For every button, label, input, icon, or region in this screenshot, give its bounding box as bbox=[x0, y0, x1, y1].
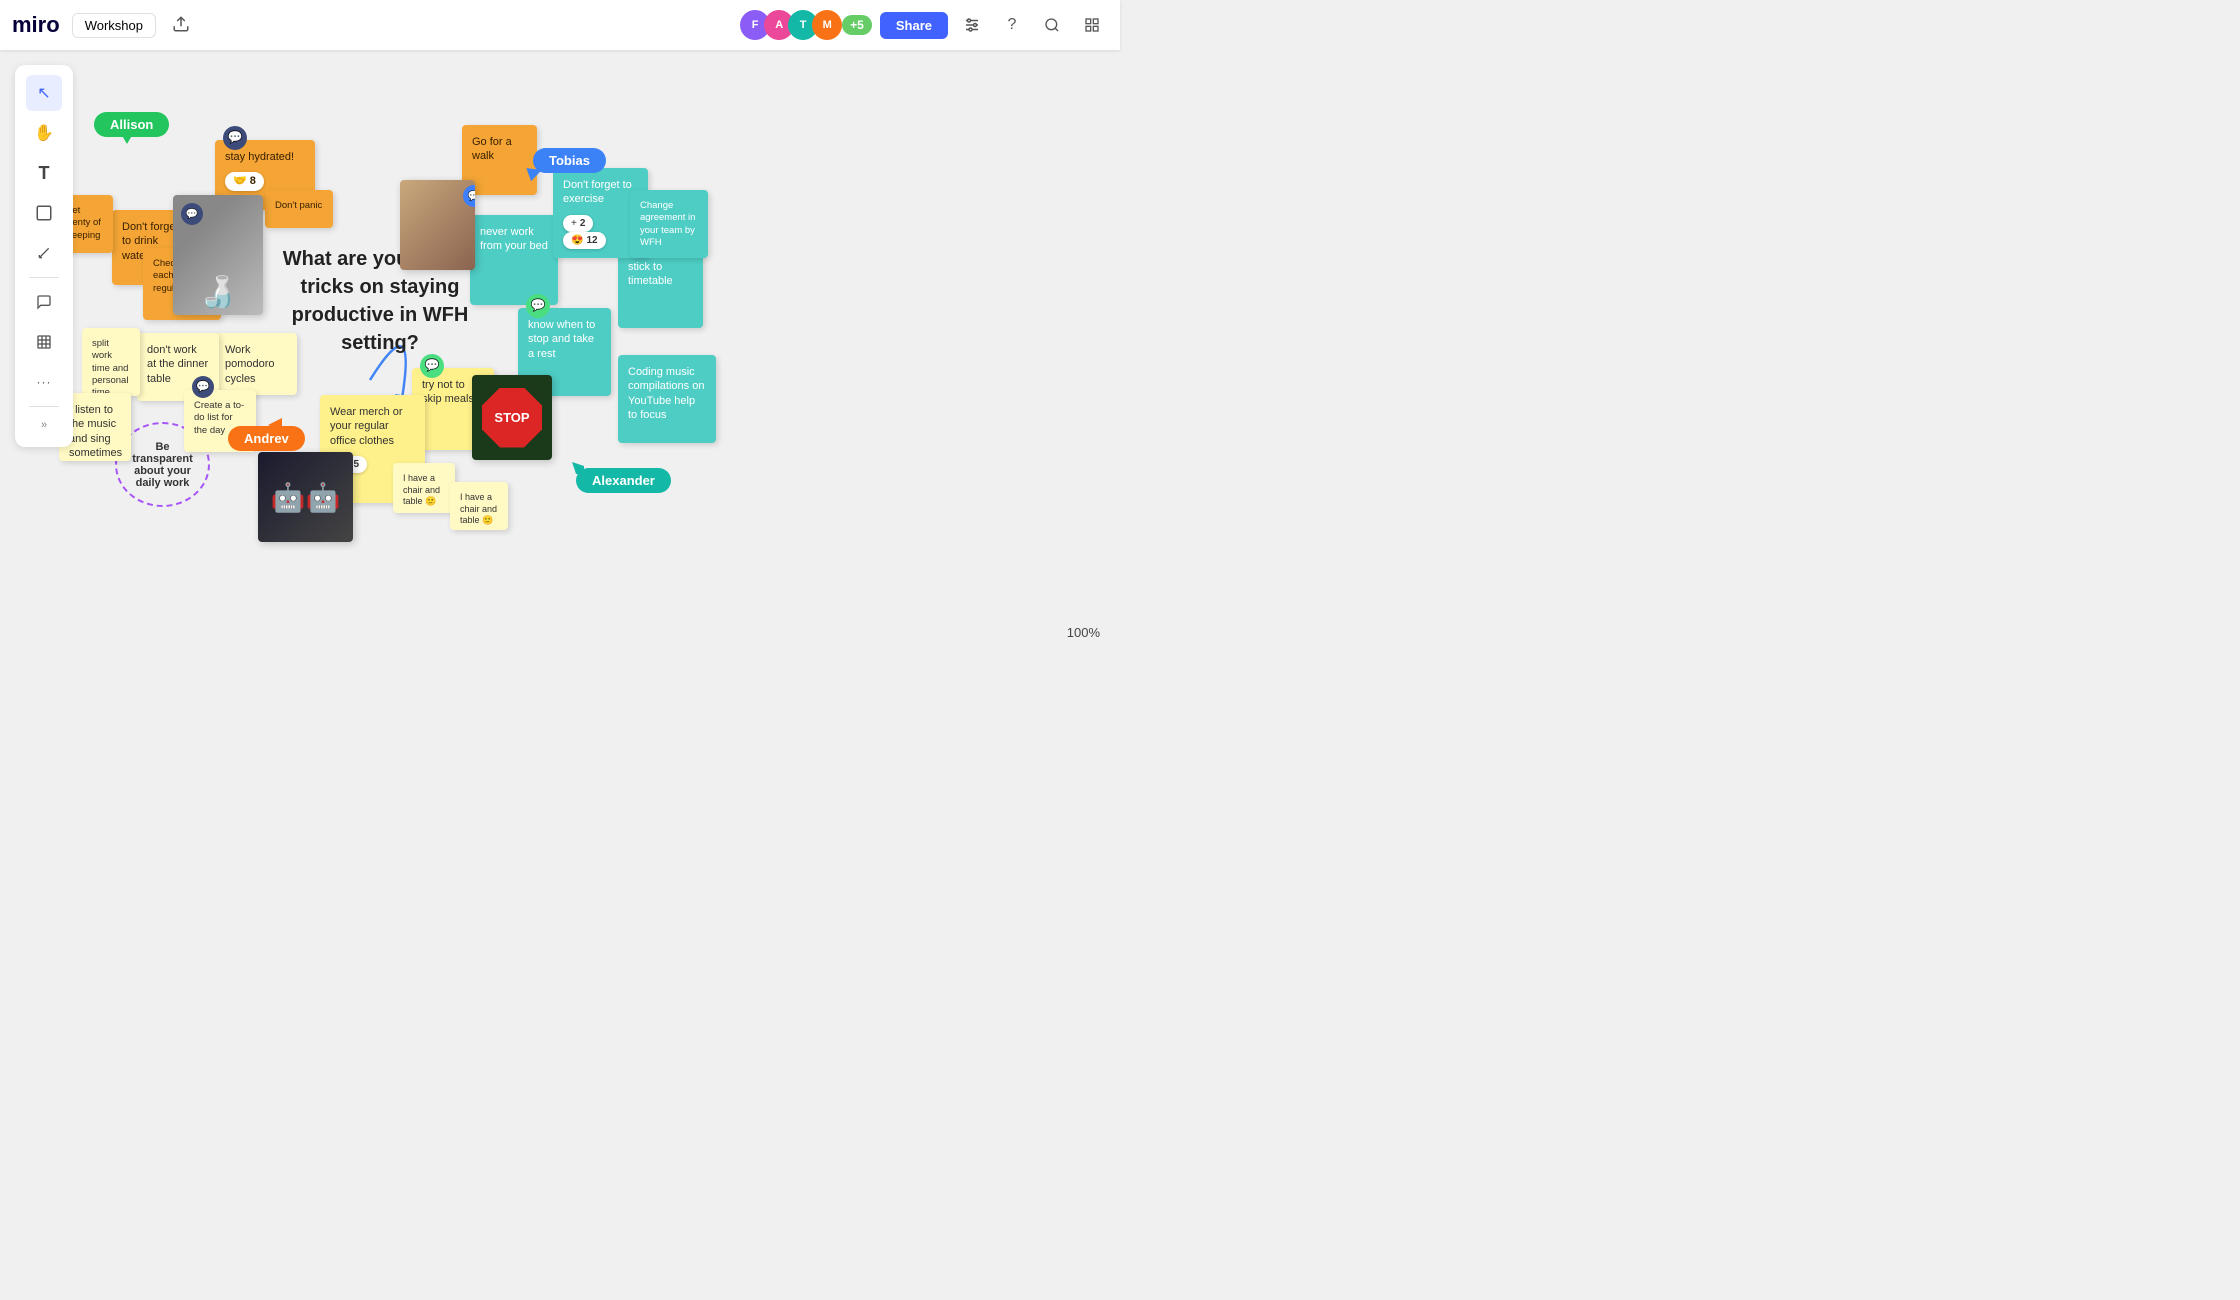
chat-icon-stay-hydrated: 💬 bbox=[223, 126, 247, 150]
more-tools[interactable]: ··· bbox=[26, 364, 62, 400]
sticky-never-work-bed[interactable]: never work from your bed bbox=[470, 215, 558, 305]
reactions-hydrated: 🤝 8 bbox=[225, 172, 305, 190]
select-tool[interactable]: ↖ bbox=[26, 75, 62, 111]
reaction-chip-hydrated[interactable]: 🤝 8 bbox=[225, 172, 264, 190]
comment-tool[interactable] bbox=[26, 284, 62, 320]
sticky-chair-1[interactable]: I have a chair and table 🙂 bbox=[393, 463, 455, 513]
avatar-group: F A T M +5 bbox=[740, 10, 872, 40]
sidebar-expand[interactable]: » bbox=[26, 413, 62, 437]
help-icon[interactable]: ? bbox=[996, 9, 1028, 41]
sticky-stick-timetable[interactable]: stick to timetable bbox=[618, 250, 703, 328]
upload-button[interactable] bbox=[164, 11, 198, 40]
hand-tool[interactable]: ✋ bbox=[26, 115, 62, 151]
image-woman-working: 💬 bbox=[400, 180, 475, 270]
user-badge-alexander: Alexander bbox=[576, 468, 671, 493]
settings-icon[interactable] bbox=[956, 9, 988, 41]
zoom-level: 100% bbox=[1067, 625, 1100, 640]
header: miro Workshop F A T M +5 Share ? bbox=[0, 0, 1120, 50]
sticky-chair-2[interactable]: I have a chair and table 🙂 bbox=[450, 482, 508, 530]
sidebar-divider bbox=[29, 277, 59, 278]
canvas: What are your tips & tricks on staying p… bbox=[0, 50, 1120, 650]
avatar-4: M bbox=[812, 10, 842, 40]
image-stop-sign: STOP bbox=[472, 375, 552, 460]
chat-icon-stop: 💬 bbox=[526, 294, 550, 318]
image-water-bottle: 💬 🍶 bbox=[173, 195, 263, 315]
user-badge-tobias: Tobias bbox=[533, 148, 606, 173]
header-right: F A T M +5 Share ? bbox=[740, 9, 1108, 41]
chat-icon-image: 💬 bbox=[181, 203, 203, 225]
allison-cursor bbox=[120, 132, 134, 144]
sidebar-divider-2 bbox=[29, 406, 59, 407]
user-badge-andrev: Andrev bbox=[228, 426, 305, 451]
sticky-dont-panic[interactable]: Don't panic bbox=[265, 190, 333, 228]
alexander-cursor bbox=[570, 460, 584, 479]
sticky-split-work[interactable]: split work time and personal time bbox=[82, 328, 140, 396]
image-stormtroopers: 🤖🤖 bbox=[258, 452, 353, 542]
chat-icon-meals: 💬 bbox=[420, 354, 444, 378]
reaction-chip-heart-eyes[interactable]: 😍 12 bbox=[563, 232, 606, 249]
pen-tool[interactable] bbox=[26, 235, 62, 271]
stop-sign: STOP bbox=[482, 388, 542, 448]
andrev-cursor bbox=[268, 418, 282, 437]
sticky-coding-music[interactable]: Coding music compilations on YouTube hel… bbox=[618, 355, 716, 443]
avatar-more: +5 bbox=[842, 15, 872, 35]
reaction-chip-plus[interactable]: + 2 bbox=[563, 215, 593, 232]
chat-icon-todo: 💬 bbox=[192, 376, 214, 398]
reactions-exercise: + 2 😍 12 bbox=[563, 215, 638, 249]
chat-icon-woman: 💬 bbox=[463, 185, 475, 207]
search-icon[interactable] bbox=[1036, 9, 1068, 41]
frame-tool[interactable] bbox=[26, 324, 62, 360]
text-tool[interactable]: T bbox=[26, 155, 62, 191]
sticky-pomodoro[interactable]: Work pomodoro cycles bbox=[215, 333, 297, 395]
sticky-tool[interactable] bbox=[26, 195, 62, 231]
sticky-change-agreement[interactable]: Change agreement in your team by WFH bbox=[630, 190, 708, 258]
share-button[interactable]: Share bbox=[880, 12, 948, 39]
menu-icon[interactable] bbox=[1076, 9, 1108, 41]
logo: miro bbox=[12, 12, 60, 38]
workspace-name[interactable]: Workshop bbox=[72, 13, 156, 38]
sidebar: ↖ ✋ T ··· » bbox=[15, 65, 73, 447]
